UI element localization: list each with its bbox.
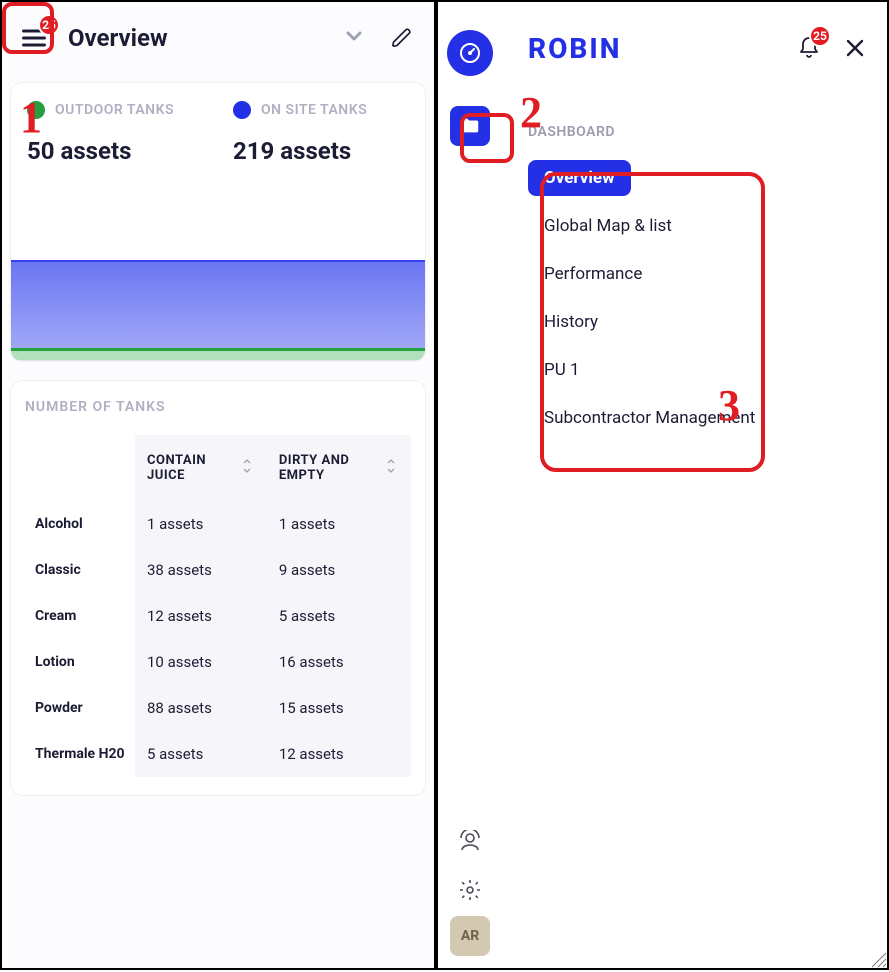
row-contain-juice: 10 assets xyxy=(135,639,267,685)
menu-item-performance[interactable]: Performance xyxy=(528,256,658,292)
left-pane: 25 Overview OUTDOOR TANKS 50 assets ON S… xyxy=(0,0,438,970)
tanks-table-card: NUMBER OF TANKS CONTAIN JUICE DIRTY AND … xyxy=(10,380,426,796)
folder-icon xyxy=(459,115,481,137)
row-contain-juice: 5 assets xyxy=(135,731,267,777)
support-button[interactable] xyxy=(448,820,492,864)
row-dirty-empty: 16 assets xyxy=(267,639,411,685)
chevron-down-icon[interactable] xyxy=(342,24,366,52)
rail-home-button[interactable] xyxy=(447,30,493,76)
menu-item-global-map-list[interactable]: Global Map & list xyxy=(528,208,688,244)
close-button[interactable] xyxy=(835,28,875,68)
stat-onsite-value: 219 assets xyxy=(233,137,409,165)
sort-icon xyxy=(239,458,255,478)
page-title: Overview xyxy=(68,24,168,52)
dot-green-icon xyxy=(27,101,45,119)
dashboard-menu: Overview Global Map & list Performance Hist… xyxy=(528,160,875,436)
row-contain-juice: 38 assets xyxy=(135,547,267,593)
col-contain-juice[interactable]: CONTAIN JUICE xyxy=(135,435,267,501)
left-header: 25 Overview xyxy=(10,10,426,66)
row-contain-juice: 88 assets xyxy=(135,685,267,731)
row-dirty-empty: 12 assets xyxy=(267,731,411,777)
close-icon xyxy=(843,36,867,60)
brand-logo: ROBIN xyxy=(528,32,621,65)
row-name: Powder xyxy=(25,685,135,731)
notifications-button[interactable]: 25 xyxy=(789,28,829,68)
gauge-icon xyxy=(458,41,482,65)
edit-button[interactable] xyxy=(382,18,422,58)
right-main: ROBIN 25 DASHBOARD Overview Global Map & … xyxy=(502,2,887,968)
table-row: Classic38 assets9 assets xyxy=(25,547,411,593)
table-row: Cream12 assets5 assets xyxy=(25,593,411,639)
table-row: Thermale H205 assets12 assets xyxy=(25,731,411,777)
col-dirty-empty[interactable]: DIRTY AND EMPTY xyxy=(267,435,411,501)
menu-button[interactable]: 25 xyxy=(14,18,54,58)
table-title: NUMBER OF TANKS xyxy=(25,399,411,415)
bell-badge: 25 xyxy=(809,25,831,47)
dot-blue-icon xyxy=(233,101,251,119)
gear-icon xyxy=(458,878,482,902)
menu-item-overview[interactable]: Overview xyxy=(528,160,631,196)
stats-card: OUTDOOR TANKS 50 assets ON SITE TANKS 21… xyxy=(10,82,426,362)
row-name: Thermale H20 xyxy=(25,731,135,777)
table-row: Lotion10 assets16 assets xyxy=(25,639,411,685)
sort-icon xyxy=(383,458,399,478)
row-name: Alcohol xyxy=(25,501,135,547)
row-contain-juice: 12 assets xyxy=(135,593,267,639)
section-title: DASHBOARD xyxy=(528,124,875,140)
menu-badge: 25 xyxy=(38,14,60,36)
stat-outdoor: OUTDOOR TANKS 50 assets xyxy=(27,101,203,165)
row-dirty-empty: 9 assets xyxy=(267,547,411,593)
menu-item-pu-1[interactable]: PU 1 xyxy=(528,352,596,388)
pencil-icon xyxy=(391,27,413,49)
stats-chart xyxy=(10,241,426,361)
row-name: Classic xyxy=(25,547,135,593)
menu-item-history[interactable]: History xyxy=(528,304,614,340)
row-contain-juice: 1 assets xyxy=(135,501,267,547)
tanks-table: CONTAIN JUICE DIRTY AND EMPTY Alcohol1 a… xyxy=(25,435,411,777)
stat-outdoor-value: 50 assets xyxy=(27,137,203,165)
table-row: Powder88 assets15 assets xyxy=(25,685,411,731)
avatar[interactable]: AR xyxy=(450,916,490,956)
row-dirty-empty: 1 assets xyxy=(267,501,411,547)
row-name: Lotion xyxy=(25,639,135,685)
table-row: Alcohol1 assets1 assets xyxy=(25,501,411,547)
stat-onsite: ON SITE TANKS 219 assets xyxy=(233,101,409,165)
rail-folder-button[interactable] xyxy=(450,106,490,146)
headset-icon xyxy=(458,830,482,854)
side-rail: AR xyxy=(438,2,502,968)
resize-handle[interactable] xyxy=(871,952,887,968)
right-header: ROBIN 25 xyxy=(528,24,875,72)
right-pane: AR ROBIN 25 DASHBOARD Overview Global Map… xyxy=(438,0,889,970)
settings-button[interactable] xyxy=(448,868,492,912)
row-dirty-empty: 15 assets xyxy=(267,685,411,731)
menu-item-subcontractor-management[interactable]: Subcontractor Management xyxy=(528,400,771,436)
row-name: Cream xyxy=(25,593,135,639)
row-dirty-empty: 5 assets xyxy=(267,593,411,639)
